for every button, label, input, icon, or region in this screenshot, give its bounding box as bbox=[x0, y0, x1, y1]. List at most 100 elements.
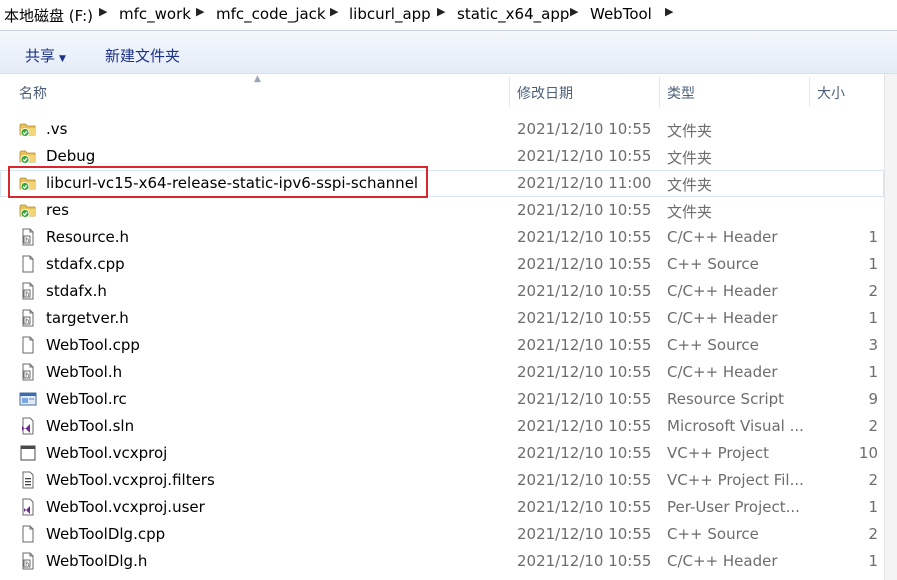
file-type: 文件夹 bbox=[667, 122, 713, 140]
filters-file-icon bbox=[19, 471, 37, 489]
header-file-icon: h bbox=[19, 363, 37, 381]
file-type: 文件夹 bbox=[667, 149, 713, 167]
resource-script-icon bbox=[19, 390, 37, 408]
file-size: 1 bbox=[868, 255, 878, 273]
source-file-icon bbox=[19, 525, 37, 543]
file-modified-date: 2021/12/10 10:55 bbox=[517, 147, 652, 165]
breadcrumb-item-libcurl-app[interactable]: libcurl_app bbox=[349, 5, 431, 23]
breadcrumb-item-mfc-code-jack[interactable]: mfc_code_jack bbox=[216, 5, 326, 23]
file-name: stdafx.cpp bbox=[46, 255, 125, 273]
file-size: 1 bbox=[868, 552, 878, 570]
new-folder-button[interactable]: 新建文件夹 bbox=[105, 45, 180, 66]
file-type: C/C++ Header bbox=[667, 228, 778, 246]
column-header-name[interactable]: 名称 bbox=[19, 83, 47, 103]
file-name: WebToolDlg.h bbox=[46, 552, 148, 570]
file-modified-date: 2021/12/10 10:55 bbox=[517, 552, 652, 570]
file-row[interactable]: Debug 2021/12/10 10:55 文件夹 bbox=[0, 143, 884, 170]
file-size: 1 bbox=[868, 228, 878, 246]
file-type: C/C++ Header bbox=[667, 282, 778, 300]
file-modified-date: 2021/12/10 10:55 bbox=[517, 471, 652, 489]
file-row[interactable]: h WebTool.h 2021/12/10 10:55 C/C++ Header 1 bbox=[0, 359, 884, 386]
file-type: Per-User Project... bbox=[667, 498, 800, 516]
breadcrumb-separator-icon[interactable]: ▶ bbox=[330, 5, 338, 18]
file-row[interactable]: libcurl-vc15-x64-release-static-ipv6-ssp… bbox=[0, 170, 884, 197]
share-button[interactable]: 共享 ▼ bbox=[25, 45, 66, 66]
file-row[interactable]: h WebToolDlg.h 2021/12/10 10:55 C/C++ Heade… bbox=[0, 548, 884, 575]
file-row[interactable]: h stdafx.h 2021/12/10 10:55 C/C++ Header 2 bbox=[0, 278, 884, 305]
file-row[interactable]: res 2021/12/10 10:55 文件夹 bbox=[0, 197, 884, 224]
share-label: 共享 bbox=[25, 47, 56, 65]
file-modified-date: 2021/12/10 10:55 bbox=[517, 120, 652, 138]
file-row[interactable]: WebTool.vcxproj.filters 2021/12/10 10:55 V… bbox=[0, 467, 884, 494]
file-modified-date: 2021/12/10 10:55 bbox=[517, 417, 652, 435]
file-row[interactable]: h Resource.h 2021/12/10 10:55 C/C++ Header 1 bbox=[0, 224, 884, 251]
column-divider[interactable] bbox=[509, 77, 510, 107]
file-size: 10 bbox=[858, 444, 878, 462]
header-file-icon: h bbox=[19, 552, 37, 570]
file-modified-date: 2021/12/10 10:55 bbox=[517, 255, 652, 273]
file-name: res bbox=[46, 201, 69, 219]
file-name: WebTool.sln bbox=[46, 417, 135, 435]
file-row[interactable]: stdafx.cpp 2021/12/10 10:55 C++ Source 1 bbox=[0, 251, 884, 278]
command-bar: 共享 ▼ 新建文件夹 bbox=[0, 31, 897, 74]
file-row[interactable]: WebTool.vcxproj 2021/12/10 10:55 VC++ Proj… bbox=[0, 440, 884, 467]
breadcrumb-separator-icon[interactable]: ▶ bbox=[196, 5, 204, 18]
file-type: 文件夹 bbox=[667, 176, 713, 194]
file-modified-date: 2021/12/10 10:55 bbox=[517, 336, 652, 354]
file-row[interactable]: WebTool.rc 2021/12/10 10:55 Resource Scrip… bbox=[0, 386, 884, 413]
header-file-icon: h bbox=[19, 309, 37, 327]
file-name: WebTool.vcxproj.user bbox=[46, 498, 205, 516]
column-header-size[interactable]: 大小 bbox=[817, 83, 845, 103]
file-size: 2 bbox=[868, 471, 878, 489]
file-name: WebTool.vcxproj bbox=[46, 444, 168, 462]
file-list: .vs 2021/12/10 10:55 文件夹 Debug 2021/12/10 10… bbox=[0, 116, 884, 575]
file-type: Microsoft Visual ... bbox=[667, 417, 804, 435]
file-type: 文件夹 bbox=[667, 203, 713, 221]
file-row[interactable]: WebTool.vcxproj.user 2021/12/10 10:55 Per-… bbox=[0, 494, 884, 521]
svg-text:h: h bbox=[25, 237, 29, 244]
file-row[interactable]: WebTool.sln 2021/12/10 10:55 Microsoft Vis… bbox=[0, 413, 884, 440]
file-modified-date: 2021/12/10 10:55 bbox=[517, 525, 652, 543]
file-modified-date: 2021/12/10 10:55 bbox=[517, 228, 652, 246]
file-size: 1 bbox=[868, 309, 878, 327]
svg-text:h: h bbox=[25, 318, 29, 325]
folder-icon bbox=[19, 120, 37, 138]
column-divider[interactable] bbox=[659, 77, 660, 107]
breadcrumb-item-static-x64-app[interactable]: static_x64_app bbox=[457, 5, 569, 23]
file-row[interactable]: .vs 2021/12/10 10:55 文件夹 bbox=[0, 116, 884, 143]
vertical-scrollbar[interactable] bbox=[884, 74, 897, 580]
file-row[interactable]: WebToolDlg.cpp 2021/12/10 10:55 C++ Source… bbox=[0, 521, 884, 548]
user-project-file-icon bbox=[19, 498, 37, 516]
address-bar[interactable]: 本地磁盘 (F:) ▶ mfc_work ▶ mfc_code_jack ▶ l… bbox=[0, 0, 897, 31]
breadcrumb-separator-icon[interactable]: ▶ bbox=[570, 5, 578, 18]
breadcrumb-item-webtool[interactable]: WebTool bbox=[590, 5, 652, 23]
breadcrumb-separator-icon[interactable]: ▶ bbox=[665, 5, 673, 18]
file-type: VC++ Project bbox=[667, 444, 769, 462]
folder-icon bbox=[19, 201, 37, 219]
column-header-type[interactable]: 类型 bbox=[667, 83, 695, 103]
file-type: Resource Script bbox=[667, 390, 785, 408]
breadcrumb-separator-icon[interactable]: ▶ bbox=[437, 5, 445, 18]
file-size: 9 bbox=[868, 390, 878, 408]
breadcrumb-item-mfc-work[interactable]: mfc_work bbox=[119, 5, 191, 23]
file-name: WebToolDlg.cpp bbox=[46, 525, 166, 543]
breadcrumb-separator-icon[interactable]: ▶ bbox=[99, 5, 107, 18]
file-name: Resource.h bbox=[46, 228, 130, 246]
file-size: 2 bbox=[868, 282, 878, 300]
svg-text:h: h bbox=[25, 291, 29, 298]
file-row[interactable]: h targetver.h 2021/12/10 10:55 C/C++ Header… bbox=[0, 305, 884, 332]
file-row[interactable]: WebTool.cpp 2021/12/10 10:55 C++ Source 3 bbox=[0, 332, 884, 359]
breadcrumb-item-drive[interactable]: 本地磁盘 (F:) bbox=[4, 5, 93, 26]
file-type: C/C++ Header bbox=[667, 309, 778, 327]
folder-icon bbox=[19, 174, 37, 192]
column-divider[interactable] bbox=[809, 77, 810, 107]
project-file-icon bbox=[19, 444, 37, 462]
file-size: 1 bbox=[868, 363, 878, 381]
file-name: WebTool.cpp bbox=[46, 336, 140, 354]
source-file-icon bbox=[19, 255, 37, 273]
file-size: 2 bbox=[868, 525, 878, 543]
file-size: 1 bbox=[868, 498, 878, 516]
file-name: .vs bbox=[46, 120, 68, 138]
header-file-icon: h bbox=[19, 282, 37, 300]
column-header-modified[interactable]: 修改日期 bbox=[517, 83, 573, 103]
